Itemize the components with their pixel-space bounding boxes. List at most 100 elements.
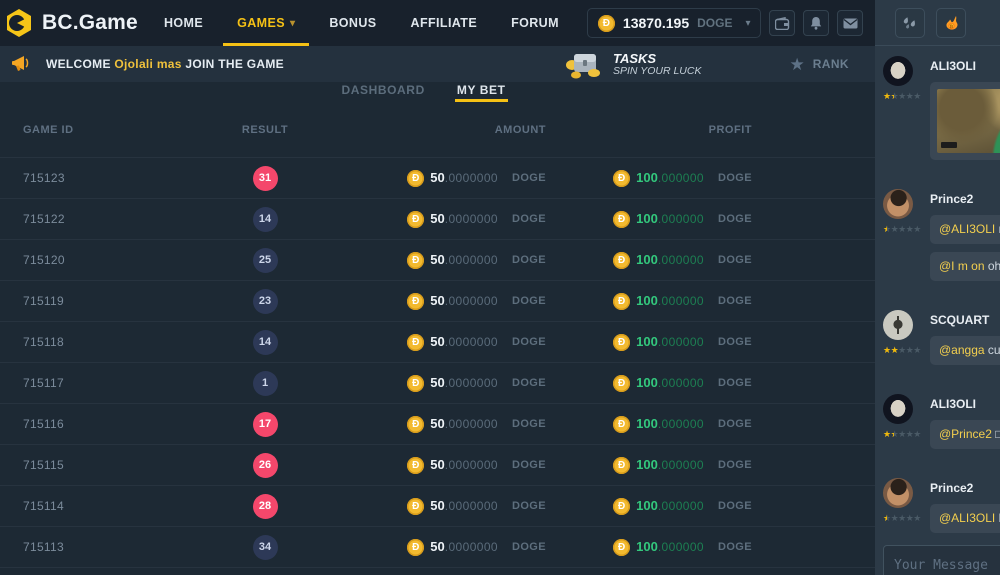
doge-coin-icon: Ð xyxy=(613,457,630,474)
result-badge: 1 xyxy=(253,371,278,396)
user-avatar[interactable] xyxy=(883,56,913,86)
mention-link[interactable]: @ALI3OLI xyxy=(939,511,995,525)
chat-image-bubble[interactable] xyxy=(930,82,1000,160)
chat-username[interactable]: Prince2 xyxy=(930,481,1000,495)
profit-currency: DOGE xyxy=(718,336,752,348)
nav-link-home[interactable]: HOME xyxy=(150,0,217,46)
megaphone-icon xyxy=(12,55,32,73)
rating-stars-empty: ★★★★★ xyxy=(883,224,921,234)
chat-message-input[interactable] xyxy=(883,545,1000,575)
user-rating: ★★★★★ ★★★★★ xyxy=(883,429,921,439)
amount-value: 50.0000000 xyxy=(430,333,498,351)
messages-button[interactable] xyxy=(837,10,863,36)
amount-value: 50.0000000 xyxy=(430,210,498,228)
doge-coin-icon: Ð xyxy=(613,334,630,351)
user-avatar[interactable] xyxy=(883,189,913,219)
chat-content-column: ALI3OLI @Prince2 □ xyxy=(930,394,1000,457)
amount-value: 50.0000000 xyxy=(430,415,498,433)
svg-text:₿: ₿ xyxy=(950,23,954,29)
profit-cell: Ð 100.000000 DOGE xyxy=(546,497,752,515)
profit-cell: Ð 100.000000 DOGE xyxy=(546,169,752,187)
header-amount: AMOUNT xyxy=(305,124,546,136)
nav-link-bonus[interactable]: BONUS xyxy=(315,0,390,46)
user-avatar[interactable] xyxy=(883,310,913,340)
mention-link[interactable]: @Prince2 xyxy=(939,427,992,441)
user-rating: ★★★★★ ★★★★★ xyxy=(883,345,921,355)
table-row: 715115 26 Ð 50.0000000 DOGE Ð 100.000000… xyxy=(0,445,875,486)
profit-currency: DOGE xyxy=(718,172,752,184)
chat-text-bubble: @I m on ohh xyxy=(930,252,1000,281)
chat-message-item: ★★★★★ ★★★★★ ALI3OLI @Prince2 □ xyxy=(883,394,1000,457)
doge-coin-icon: Ð xyxy=(407,211,424,228)
bell-icon xyxy=(809,16,823,30)
amount-value: 50.0000000 xyxy=(430,456,498,474)
user-avatar[interactable] xyxy=(883,394,913,424)
main-column: BC.Game HOME GAMES▾ BONUS AFFILIATE FORU… xyxy=(0,0,875,575)
coin-drop-button[interactable]: ₿ xyxy=(936,8,966,38)
chat-username[interactable]: Prince2 xyxy=(930,192,1000,206)
tab-my-bet[interactable]: MY BET xyxy=(455,82,508,102)
result-cell: 34 xyxy=(225,535,305,560)
announcement-bar: WELCOME Ojolali mas JOIN THE GAME TASKS … xyxy=(0,46,875,82)
mention-link[interactable]: @I m on xyxy=(939,259,985,273)
amount-value: 50.0000000 xyxy=(430,292,498,310)
result-cell: 1 xyxy=(225,371,305,396)
game-id-cell: 715119 xyxy=(0,294,225,308)
game-id-cell: 715120 xyxy=(0,253,225,267)
chat-username[interactable]: ALI3OLI xyxy=(930,59,1000,73)
chat-text-bubble: @ALI3OLI ho xyxy=(930,504,1000,533)
result-badge: 14 xyxy=(253,207,278,232)
chat-user-column: ★★★★★ ★★★★★ xyxy=(883,56,921,168)
envelope-icon xyxy=(843,18,858,29)
profit-value: 100.000000 xyxy=(636,169,704,187)
table-header-row: GAME ID RESULT AMOUNT PROFIT xyxy=(0,102,875,158)
balance-selector[interactable]: Ð 13870.195 DOGE ▾ xyxy=(587,8,762,38)
brand-name: BC.Game xyxy=(42,11,138,35)
rating-stars-filled: ★★★★★ xyxy=(883,513,887,523)
amount-currency: DOGE xyxy=(512,254,546,266)
amount-currency: DOGE xyxy=(512,500,546,512)
result-cell: 17 xyxy=(225,412,305,437)
profit-currency: DOGE xyxy=(718,377,752,389)
doge-coin-icon: Ð xyxy=(598,15,615,32)
result-cell: 28 xyxy=(225,494,305,519)
tasks-button[interactable]: TASKS SPIN YOUR LUCK xyxy=(563,49,702,79)
doge-coin-icon: Ð xyxy=(407,457,424,474)
result-badge: 31 xyxy=(253,166,278,191)
wallet-button[interactable] xyxy=(769,10,795,36)
mention-link[interactable]: @ALI3OLI xyxy=(939,222,995,236)
chat-header: ₿ xyxy=(875,0,1000,46)
game-id-cell: 715114 xyxy=(0,499,225,513)
chat-message-list[interactable]: ★★★★★ ★★★★★ ALI3OLI ★★★★★ ★★★★★ Prince2 … xyxy=(875,46,1000,575)
tab-dashboard[interactable]: DASHBOARD xyxy=(339,82,426,102)
brand-logo[interactable]: BC.Game xyxy=(0,0,150,46)
notifications-button[interactable] xyxy=(803,10,829,36)
rain-button[interactable] xyxy=(895,8,925,38)
user-avatar[interactable] xyxy=(883,478,913,508)
chat-user-column: ★★★★★ ★★★★★ xyxy=(883,310,921,373)
chat-photo[interactable] xyxy=(937,89,1000,153)
rating-stars-filled: ★★★★★ xyxy=(883,224,887,234)
profit-currency: DOGE xyxy=(718,500,752,512)
fireball-icon: ₿ xyxy=(942,14,960,32)
chat-username[interactable]: ALI3OLI xyxy=(930,397,1000,411)
amount-value: 50.0000000 xyxy=(430,497,498,515)
rank-button[interactable]: ★ RANK xyxy=(789,56,849,73)
amount-value: 50.0000000 xyxy=(430,251,498,269)
mention-link[interactable]: @angga xyxy=(939,343,985,357)
chat-username[interactable]: SCQUART xyxy=(930,313,1000,327)
amount-cell: Ð 50.0000000 DOGE xyxy=(305,169,546,187)
nav-link-forum[interactable]: FORUM xyxy=(497,0,573,46)
amount-cell: Ð 50.0000000 DOGE xyxy=(305,456,546,474)
message-text: □ xyxy=(995,427,1000,441)
result-cell: 14 xyxy=(225,207,305,232)
doge-coin-icon: Ð xyxy=(407,334,424,351)
rating-stars-filled: ★★★★★ xyxy=(883,345,898,355)
doge-coin-icon: Ð xyxy=(407,498,424,515)
chat-bubbles: @angga cuma jaringan□ xyxy=(930,336,1000,365)
profit-cell: Ð 100.000000 DOGE xyxy=(546,292,752,310)
nav-link-games[interactable]: GAMES▾ xyxy=(223,0,309,46)
nav-link-affiliate[interactable]: AFFILIATE xyxy=(397,0,492,46)
profit-value: 100.000000 xyxy=(636,538,704,556)
game-id-cell: 715115 xyxy=(0,458,225,472)
